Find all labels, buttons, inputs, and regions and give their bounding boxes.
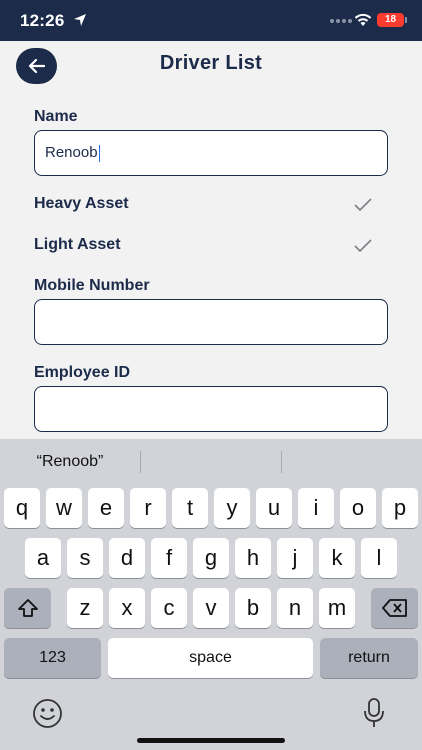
shift-icon bbox=[17, 599, 38, 617]
shift-key[interactable] bbox=[4, 588, 51, 628]
light-asset-label: Light Asset bbox=[34, 236, 121, 253]
heavy-asset-label: Heavy Asset bbox=[34, 195, 129, 212]
suggestion-divider bbox=[281, 451, 282, 473]
keyboard: “Renoob” qwertyuiop asdfghjkl zxcvbnm 12… bbox=[0, 439, 422, 750]
key-z[interactable]: z bbox=[67, 588, 103, 628]
key-n[interactable]: n bbox=[277, 588, 313, 628]
delete-key[interactable] bbox=[371, 588, 418, 628]
key-q[interactable]: q bbox=[4, 488, 40, 528]
page-title: Driver List bbox=[159, 52, 263, 74]
checkmark-icon bbox=[354, 239, 372, 253]
key-i[interactable]: i bbox=[298, 488, 334, 528]
status-bar: 12:26 18 bbox=[0, 0, 422, 41]
key-d[interactable]: d bbox=[109, 538, 145, 578]
key-a[interactable]: a bbox=[25, 538, 61, 578]
heavy-asset-row[interactable]: Heavy Asset bbox=[34, 195, 388, 219]
name-label: Name bbox=[34, 108, 78, 125]
key-w[interactable]: w bbox=[46, 488, 82, 528]
key-v[interactable]: v bbox=[193, 588, 229, 628]
mobile-number-label: Mobile Number bbox=[34, 277, 150, 294]
backspace-icon bbox=[381, 599, 407, 617]
microphone-icon[interactable] bbox=[362, 697, 386, 729]
status-time: 12:26 bbox=[20, 11, 65, 30]
location-arrow-icon bbox=[74, 14, 86, 26]
mobile-number-input[interactable] bbox=[34, 299, 388, 345]
key-c[interactable]: c bbox=[151, 588, 187, 628]
key-p[interactable]: p bbox=[382, 488, 418, 528]
return-key[interactable]: return bbox=[320, 638, 418, 678]
suggestion-bar: “Renoob” bbox=[0, 439, 422, 485]
text-caret bbox=[98, 144, 101, 162]
key-y[interactable]: y bbox=[214, 488, 250, 528]
key-b[interactable]: b bbox=[235, 588, 271, 628]
key-h[interactable]: h bbox=[235, 538, 271, 578]
checkmark-icon bbox=[354, 198, 372, 212]
employee-id-input[interactable] bbox=[34, 386, 388, 432]
key-r[interactable]: r bbox=[130, 488, 166, 528]
employee-id-label: Employee ID bbox=[34, 364, 131, 381]
key-l[interactable]: l bbox=[361, 538, 397, 578]
key-s[interactable]: s bbox=[67, 538, 103, 578]
name-input-value: Renoob bbox=[45, 144, 98, 161]
emoji-icon[interactable] bbox=[32, 698, 63, 729]
battery-indicator: 18 bbox=[377, 13, 404, 27]
key-t[interactable]: t bbox=[172, 488, 208, 528]
key-u[interactable]: u bbox=[256, 488, 292, 528]
key-e[interactable]: e bbox=[88, 488, 124, 528]
space-key[interactable]: space bbox=[108, 638, 313, 678]
key-m[interactable]: m bbox=[319, 588, 355, 628]
name-input[interactable]: Renoob bbox=[34, 130, 388, 176]
key-g[interactable]: g bbox=[193, 538, 229, 578]
key-k[interactable]: k bbox=[319, 538, 355, 578]
key-j[interactable]: j bbox=[277, 538, 313, 578]
battery-cap bbox=[405, 17, 407, 23]
key-x[interactable]: x bbox=[109, 588, 145, 628]
suggestion-item[interactable]: “Renoob” bbox=[0, 453, 140, 471]
key-o[interactable]: o bbox=[340, 488, 376, 528]
suggestion-divider bbox=[140, 451, 141, 473]
light-asset-row[interactable]: Light Asset bbox=[34, 236, 388, 260]
wifi-icon bbox=[354, 13, 372, 26]
key-f[interactable]: f bbox=[151, 538, 187, 578]
numbers-key[interactable]: 123 bbox=[4, 638, 101, 678]
cellular-signal-icon bbox=[330, 19, 352, 23]
home-indicator bbox=[137, 738, 285, 743]
